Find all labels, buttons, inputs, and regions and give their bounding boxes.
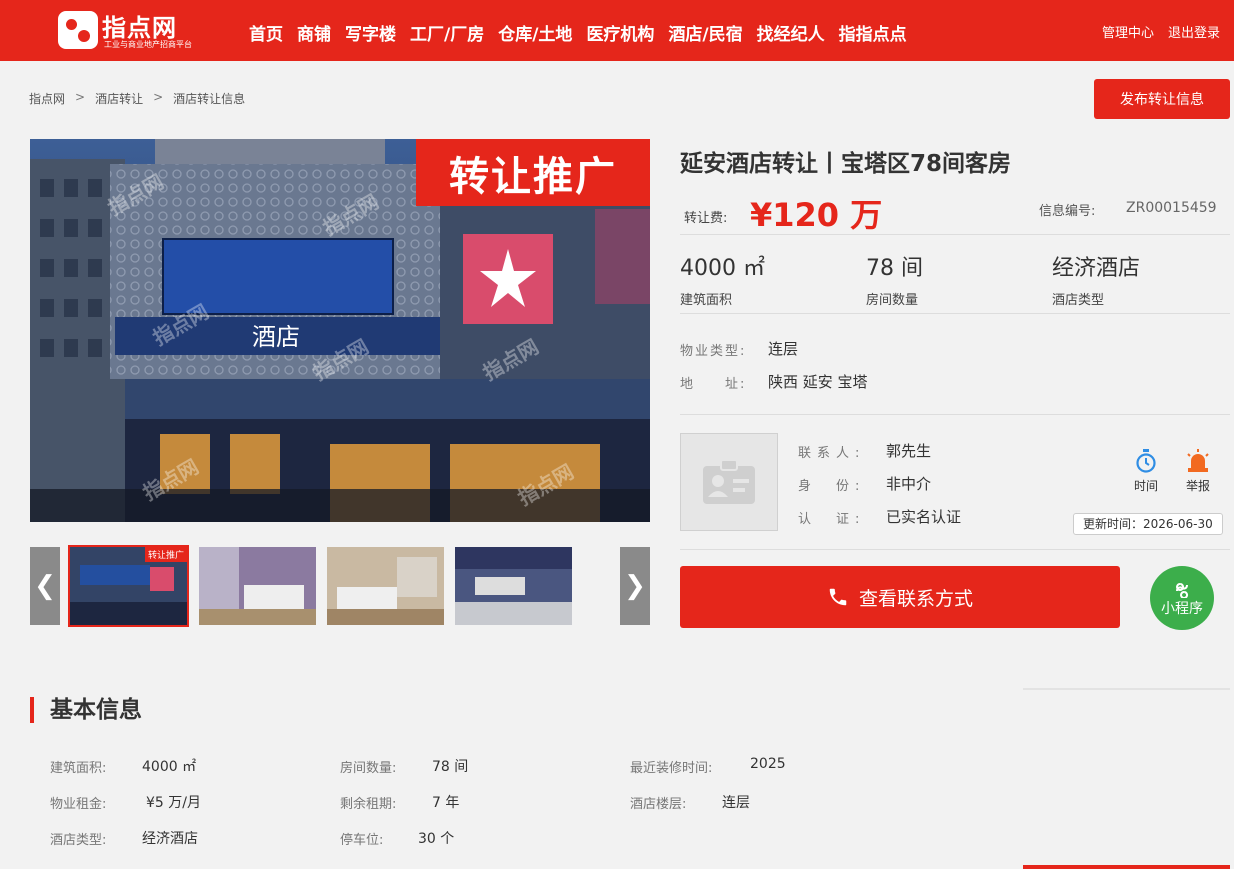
time-tool-label: 时间 [1133, 479, 1158, 493]
chevron-left-icon: ❮ [34, 571, 56, 601]
basic-area-label: 建筑面积: [50, 761, 107, 776]
thumbnail-4[interactable] [455, 547, 572, 625]
nav-item-home[interactable]: 首页 [249, 20, 283, 45]
divider [680, 313, 1230, 314]
basic-rent-value: ¥5 万/月 [146, 795, 201, 811]
time-tool[interactable]: 时间 [1126, 448, 1166, 494]
basic-area-value: 4000 ㎡ [142, 759, 197, 775]
contact-person-label: 联系人: [798, 446, 866, 461]
basic-parking-value: 30 个 [418, 831, 455, 847]
basic-renovation-value: 2025 [750, 756, 786, 772]
view-contact-label: 查看联系方式 [858, 587, 973, 610]
thumbnail-image [327, 547, 444, 625]
mini-program-icon [1176, 583, 1189, 598]
nav-item-warehouse-land[interactable]: 仓库/土地 [498, 20, 572, 45]
basic-renovation-label: 最近装修时间: [630, 761, 713, 776]
side-panel-divider [1023, 688, 1230, 690]
thumbnail-1[interactable]: 转让推广 [68, 545, 189, 627]
basic-rooms-label: 房间数量: [340, 761, 397, 776]
contact-person-value: 郭先生 [886, 442, 932, 460]
nav-item-shops[interactable]: 商铺 [297, 20, 331, 45]
breadcrumb-separator: > [75, 90, 86, 104]
basic-floors-value: 连层 [722, 795, 750, 811]
nav-item-pointers[interactable]: 指指点点 [839, 20, 907, 45]
admin-center-link[interactable]: 管理中心 [1102, 22, 1154, 41]
transfer-fee-label: 转让费: [684, 211, 728, 226]
alarm-siren-icon [1187, 449, 1209, 472]
thumbnail-image [455, 547, 572, 625]
report-tool[interactable]: 举报 [1178, 448, 1218, 494]
mini-program-button[interactable]: 小程序 [1150, 566, 1214, 630]
user-links: 管理中心 退出登录 [1102, 22, 1220, 41]
breadcrumb-home[interactable]: 指点网 [29, 90, 65, 107]
update-time-tooltip: 更新时间：2026-06-30 [1073, 513, 1223, 535]
main-nav: 首页 商铺 写字楼 工厂/厂房 仓库/土地 医疗机构 酒店/民宿 找经纪人 指指… [249, 20, 907, 45]
id-card-icon [703, 459, 755, 504]
chevron-right-icon: ❯ [624, 571, 646, 601]
nav-item-medical[interactable]: 医疗机构 [586, 20, 654, 45]
thumbnail-promo-tag: 转让推广 [144, 547, 187, 562]
basic-parking-label: 停车位: [340, 833, 384, 848]
stat-hotel-type-label: 酒店类型 [1052, 293, 1105, 308]
promo-tag: 转让推广 [416, 139, 650, 206]
property-type-label: 物业类型: [680, 344, 747, 359]
divider [680, 234, 1230, 235]
basic-lease-value: 7 年 [432, 795, 460, 811]
listing-title: 延安酒店转让丨宝塔区78间客房 [680, 151, 1012, 177]
breadcrumb-current: 酒店转让信息 [173, 92, 246, 106]
thumbnail-3[interactable] [327, 547, 444, 625]
info-number-value: ZR00015459 [1126, 200, 1217, 216]
basic-floors-label: 酒店楼层: [630, 797, 687, 812]
view-contact-button[interactable]: 查看联系方式 [680, 566, 1120, 628]
breadcrumb: 指点网 > 酒店转让 > 酒店转让信息 [29, 90, 245, 107]
site-logo[interactable]: 指点网 工业与商业地产招商平台 [58, 8, 208, 52]
identity-value: 非中介 [886, 475, 932, 493]
breadcrumb-hotel-transfer[interactable]: 酒店转让 [95, 90, 143, 107]
thumbs-prev-button[interactable]: ❮ [30, 547, 60, 625]
thumbs-next-button[interactable]: ❯ [620, 547, 650, 625]
basic-lease-label: 剩余租期: [340, 797, 397, 812]
report-tool-label: 举报 [1185, 479, 1210, 493]
transfer-fee-value: ¥120 万 [750, 196, 883, 234]
stat-hotel-type-value: 经济酒店 [1052, 256, 1141, 281]
info-number-label: 信息编号: [1039, 204, 1096, 219]
side-panel-accent [1023, 865, 1230, 869]
certification-value: 已实名认证 [886, 508, 962, 526]
certification-label: 认 证: [798, 512, 866, 527]
divider [680, 549, 1230, 550]
basic-hotel-type-label: 酒店类型: [50, 833, 107, 848]
basic-rent-label: 物业租金: [50, 797, 107, 812]
basic-hotel-type-value: 经济酒店 [142, 831, 198, 847]
publish-transfer-button[interactable]: 发布转让信息 [1094, 79, 1230, 119]
property-type-value: 连层 [768, 340, 799, 358]
divider [680, 414, 1230, 415]
breadcrumb-separator: > [153, 90, 164, 104]
nav-item-factories[interactable]: 工厂/厂房 [410, 20, 484, 45]
phone-icon [829, 588, 847, 606]
address-label: 地 址: [680, 377, 747, 392]
mini-program-label: 小程序 [1161, 601, 1203, 617]
main-hotel-photo[interactable]: 酒店 转让推广 指点网 指点网 指点网 指点网 指点网 指点网 指点网 [30, 139, 650, 522]
nav-item-offices[interactable]: 写字楼 [345, 20, 396, 45]
logo-slogan: 工业与商业地产招商平台 [104, 40, 192, 49]
basic-rooms-value: 78 间 [432, 759, 469, 775]
address-value: 陕西 延安 宝塔 [768, 373, 868, 391]
stat-rooms-label: 房间数量 [866, 293, 919, 308]
hotel-sign-text: 酒店 [252, 323, 300, 351]
stopwatch-icon [1136, 449, 1156, 473]
logout-link[interactable]: 退出登录 [1168, 22, 1220, 41]
thumbnail-image [199, 547, 316, 625]
logo-mark-icon [58, 11, 98, 49]
avatar [680, 433, 778, 531]
stat-rooms-value: 78 间 [866, 256, 923, 281]
stat-area-label: 建筑面积 [680, 293, 733, 308]
identity-label: 身 份: [798, 479, 866, 494]
nav-item-find-agent[interactable]: 找经纪人 [757, 20, 825, 45]
basic-info-heading: 基本信息 [30, 697, 142, 723]
stat-area-value: 4000 ㎡ [680, 256, 765, 281]
top-navbar: 指点网 工业与商业地产招商平台 首页 商铺 写字楼 工厂/厂房 仓库/土地 医疗… [0, 0, 1234, 61]
nav-item-hotels[interactable]: 酒店/民宿 [668, 20, 742, 45]
thumbnail-2[interactable] [199, 547, 316, 625]
logo-name: 指点网 [102, 14, 177, 42]
